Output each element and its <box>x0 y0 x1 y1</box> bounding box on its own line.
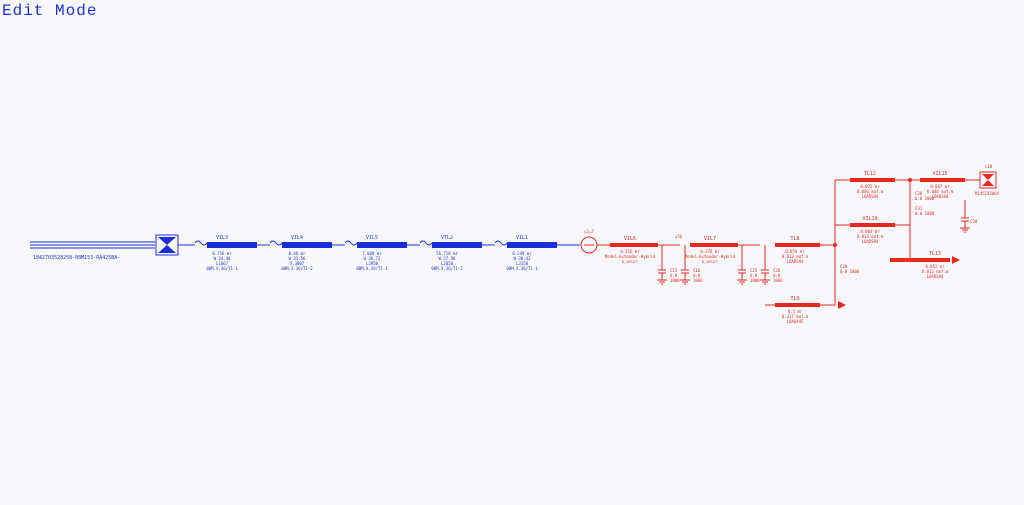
svg-text:00M.X.36/T1-1: 00M.X.36/T1-1 <box>506 266 538 271</box>
blue-chain[interactable]: VIL3 0.756 mr W 34.48 L1067 00M.X.36/T1-… <box>178 235 580 271</box>
svg-text:LOADS94: LOADS94 <box>862 239 879 244</box>
svg-text:TL9: TL9 <box>790 296 799 302</box>
schematic-canvas[interactable]: 1842703528258-00M151-RA425BA- VIL3 0.756… <box>0 0 1024 505</box>
block-tl13[interactable]: TL13 0.052 mr 0.013 muf.m LOADS94 <box>890 251 960 279</box>
block-vil6[interactable]: VIL6 0.116 mr Model-Extender-Hybrid n_oc… <box>605 236 658 264</box>
block-vil10[interactable]: VIL10 0.004 mr 0.013 muf.m LOADS94 <box>835 216 910 245</box>
svg-text:1000: 1000 <box>750 278 760 283</box>
svg-text:VIL7: VIL7 <box>704 236 716 242</box>
center-ref[interactable]: u1=7 <box>581 229 597 253</box>
svg-text:VIL10: VIL10 <box>862 216 877 222</box>
block-tl8[interactable]: TL8 0.054 mr 0.013 muf.m LOADS94 <box>775 236 820 264</box>
svg-text:LOAD445: LOAD445 <box>787 319 804 324</box>
block-vil1[interactable]: VIL1 0.249 mr W 30.42 L3150 00M.X.36/T1-… <box>482 235 557 271</box>
svg-text:00M.X.36/T1-2: 00M.X.36/T1-2 <box>281 266 313 271</box>
svg-text:VTL2: VTL2 <box>441 235 453 241</box>
svg-text:0.0 1000: 0.0 1000 <box>840 269 860 274</box>
svg-text:LOADS94: LOADS94 <box>927 274 944 279</box>
svg-text:L18: L18 <box>985 164 993 169</box>
svg-text:n_ocurr: n_ocurr <box>702 259 719 264</box>
svg-text:0.0 1000: 0.0 1000 <box>915 196 935 201</box>
input-label: 1842703528258-00M151-RA425BA- <box>33 255 120 261</box>
cap-pair-2[interactable]: C25 0.0 1000 C26 0.0 1000 <box>737 245 783 284</box>
svg-text:LOADS94: LOADS94 <box>787 259 804 264</box>
cap-c28[interactable]: C28 0.0 1000 <box>840 264 860 274</box>
svg-text:VIL5: VIL5 <box>366 235 378 241</box>
red-chain[interactable]: VIL6 0.116 mr Model-Extender-Hybrid n_oc… <box>597 234 835 284</box>
svg-text:VIL1: VIL1 <box>516 235 528 241</box>
svg-text:VIL3: VIL3 <box>216 235 228 241</box>
svg-text:n_ocurr: n_ocurr <box>622 259 639 264</box>
ground-c20[interactable]: C20 <box>960 200 978 232</box>
svg-text:0.0 1000: 0.0 1000 <box>915 211 935 216</box>
input-port[interactable]: 1842703528258-00M151-RA425BA- <box>30 242 155 261</box>
block-vil7[interactable]: VIL7 0.378 mr Model-Extender-Hybrid n_oc… <box>685 236 738 264</box>
svg-text:VIL15: VIL15 <box>932 171 947 177</box>
block-vil3[interactable]: VIL3 0.756 mr W 34.48 L1067 00M.X.36/T1-… <box>178 235 257 271</box>
svg-text:u1=7: u1=7 <box>584 229 594 234</box>
svg-text:00M.X.36/T1-2: 00M.X.36/T1-2 <box>431 266 463 271</box>
svg-text:TL8: TL8 <box>790 236 799 242</box>
block-tl12[interactable]: TL12 0.025 mr 0.040 muf.m LOADS94 <box>850 171 895 199</box>
block-vtl2[interactable]: VTL2 56.718 mr W 37.96 L2050 00M.X.36/T1… <box>407 235 482 271</box>
svg-text:u56: u56 <box>675 234 683 239</box>
svg-text:00M.X.36/T1-1: 00M.X.36/T1-1 <box>356 266 388 271</box>
input-component[interactable] <box>156 235 178 255</box>
block-vil4[interactable]: VIL4 0.46 mr W 31.56 V,3007 00M.X.36/T1-… <box>257 235 332 271</box>
block-vil15[interactable]: VIL15 0.067 mr 0.040 muf.m LOADS94 <box>920 171 965 199</box>
cap-pair-1[interactable]: C15 0.0 1000 C16 0.0 1000 <box>657 245 703 284</box>
svg-text:1000: 1000 <box>670 278 680 283</box>
svg-text:00M.X.36/T1-1: 00M.X.36/T1-1 <box>206 266 238 271</box>
svg-text:VIL6: VIL6 <box>624 236 636 242</box>
svg-text:M145142064: M145142064 <box>975 191 1000 196</box>
svg-text:TL12: TL12 <box>864 171 876 177</box>
svg-text:1000: 1000 <box>693 278 703 283</box>
block-vil5[interactable]: VIL5 7.068 mr W 36.72 L3950 00M.X.36/T1-… <box>332 235 407 271</box>
svg-text:1000: 1000 <box>773 278 783 283</box>
svg-text:LOADS94: LOADS94 <box>862 194 879 199</box>
svg-text:VIL4: VIL4 <box>291 235 303 241</box>
svg-text:TL13: TL13 <box>929 251 941 257</box>
svg-text:C20: C20 <box>970 219 978 224</box>
